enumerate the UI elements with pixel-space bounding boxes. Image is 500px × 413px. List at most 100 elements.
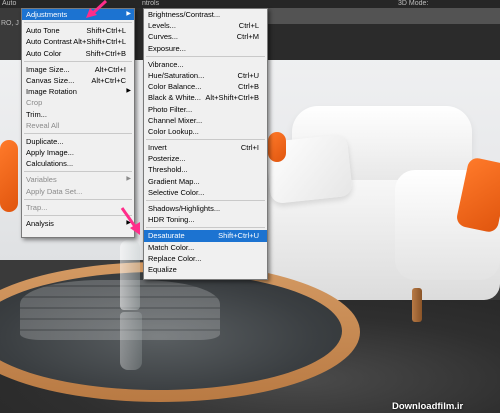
menu-item-apply-data-set[interactable]: Apply Data Set... <box>22 186 134 197</box>
menu-item-crop[interactable]: Crop <box>22 97 134 108</box>
menu-item-label: Trap... <box>26 202 48 212</box>
menu-item-shortcut: Ctrl+M <box>236 32 259 42</box>
menu-item-label: Photo Filter... <box>148 104 193 114</box>
menu-item-variables[interactable]: Variables ▶ <box>22 174 134 185</box>
menu-item-label: Duplicate... <box>26 136 64 146</box>
menu-item-auto-tone[interactable]: Auto Tone Shift+Ctrl+L <box>22 25 134 36</box>
menu-item-label: Canvas Size... <box>26 75 75 85</box>
menu-separator <box>24 132 132 134</box>
menu-item-label: Levels... <box>148 21 176 31</box>
menu-item-color-lookup[interactable]: Color Lookup... <box>144 126 267 137</box>
menu-item-label: Reveal All <box>26 120 60 130</box>
menu-item-shortcut: Alt+Shift+Ctrl+L <box>73 37 126 47</box>
menu-item-match-color[interactable]: Match Color... <box>144 242 267 253</box>
menu-item-posterize[interactable]: Posterize... <box>144 153 267 164</box>
menu-item-label: Shadows/Highlights... <box>148 204 221 213</box>
menu-item-label: Image Rotation <box>26 87 77 97</box>
submenu-arrow-icon: ▶ <box>126 11 131 17</box>
menu-separator <box>24 171 132 173</box>
menu-item-hue-saturation[interactable]: Hue/Saturation... Ctrl+U <box>144 70 267 81</box>
menu-item-gradient-map[interactable]: Gradient Map... <box>144 176 267 187</box>
menu-item-label: Color Balance... <box>148 82 202 92</box>
tab-label-right: 3D Mode: <box>398 0 429 7</box>
menu-item-hdr-toning[interactable]: HDR Toning... <box>144 214 267 225</box>
menu-item-label: Adjustments <box>26 10 68 19</box>
submenu-arrow-icon: ▶ <box>126 88 131 95</box>
menu-item-shortcut: Alt+Ctrl+I <box>94 64 126 74</box>
pointer-arrow-icon <box>86 0 108 18</box>
menu-item-label: Black & White... <box>148 93 201 103</box>
menu-separator <box>24 215 132 216</box>
menu-item-curves[interactable]: Curves... Ctrl+M <box>144 31 267 42</box>
menu-item-calculations[interactable]: Calculations... <box>22 158 134 169</box>
menu-item-shadows-highlights[interactable]: Shadows/Highlights... <box>144 203 267 214</box>
menu-item-label: Posterize... <box>148 154 186 164</box>
menu-item-levels[interactable]: Levels... Ctrl+L <box>144 20 267 31</box>
menu-item-label: Replace Color... <box>148 253 202 263</box>
menu-item-label: Hue/Saturation... <box>148 70 205 80</box>
menu-item-threshold[interactable]: Threshold... <box>144 164 267 175</box>
menu-item-replace-color[interactable]: Replace Color... <box>144 253 267 264</box>
menu-item-brightness-contrast[interactable]: Brightness/Contrast... <box>144 9 267 20</box>
adjustments-submenu: Brightness/Contrast... Levels... Ctrl+L Cur… <box>143 8 268 280</box>
menu-item-shortcut: Ctrl+I <box>240 143 259 153</box>
menu-item-photo-filter[interactable]: Photo Filter... <box>144 104 267 115</box>
tools-strip: RO, J <box>0 8 22 60</box>
menu-item-label: Curves... <box>148 32 179 42</box>
menu-item-label: Selective Color... <box>148 187 205 197</box>
top-options-bar: Auto ntrols 3D Mode: <box>0 0 500 8</box>
menu-item-channel-mixer[interactable]: Channel Mixer... <box>144 115 267 126</box>
menu-item-shortcut: Ctrl+B <box>237 82 259 92</box>
menu-item-desaturate[interactable]: Desaturate Shift+Ctrl+U <box>144 230 267 242</box>
menu-separator <box>24 60 132 62</box>
menu-item-label: Apply Image... <box>26 148 74 158</box>
menu-item-label: Gradient Map... <box>148 176 200 186</box>
vase-reflection <box>120 312 142 370</box>
document-tab-fragment[interactable]: RO, J <box>1 20 19 27</box>
menu-item-trim[interactable]: Trim... <box>22 109 134 120</box>
menu-item-adjustments[interactable]: Adjustments ▶ <box>22 9 134 21</box>
menu-item-label: Analysis <box>26 219 54 228</box>
pointer-arrow-icon <box>120 207 140 235</box>
menu-separator <box>24 198 132 200</box>
menu-item-duplicate[interactable]: Duplicate... <box>22 136 134 147</box>
menu-item-label: Auto Color <box>26 48 62 58</box>
menu-item-label: Vibrance... <box>148 59 184 69</box>
menu-separator <box>24 22 132 24</box>
menu-item-label: Auto Tone <box>26 26 60 36</box>
menu-item-reveal-all[interactable]: Reveal All <box>22 120 134 131</box>
menu-item-shortcut: Alt+Shift+Ctrl+B <box>205 93 259 103</box>
menu-item-canvas-size[interactable]: Canvas Size... Alt+Ctrl+C <box>22 75 134 86</box>
watermark: Downloadfilm.ir <box>392 401 464 412</box>
menu-item-label: Channel Mixer... <box>148 115 203 125</box>
menu-item-label: Trim... <box>26 109 47 119</box>
menu-item-exposure[interactable]: Exposure... <box>144 43 267 54</box>
menu-item-label: Invert <box>148 143 167 153</box>
menu-item-label: Desaturate <box>148 231 185 241</box>
menu-separator <box>146 55 265 57</box>
orange-pillow-left <box>0 140 18 212</box>
menu-item-image-rotation[interactable]: Image Rotation ▶ <box>22 86 134 97</box>
menu-item-black-white[interactable]: Black & White... Alt+Shift+Ctrl+B <box>144 92 267 103</box>
menu-item-shortcut: Shift+Ctrl+U <box>218 231 259 241</box>
menu-item-vibrance[interactable]: Vibrance... <box>144 59 267 70</box>
menu-item-label: Apply Data Set... <box>26 186 83 196</box>
menu-item-label: HDR Toning... <box>148 215 195 225</box>
menu-item-equalize[interactable]: Equalize <box>144 264 267 275</box>
menu-item-invert[interactable]: Invert Ctrl+I <box>144 142 267 153</box>
submenu-arrow-icon: ▶ <box>126 176 131 183</box>
glass-vase <box>120 240 140 310</box>
menu-item-shortcut: Ctrl+U <box>237 70 259 80</box>
menu-item-image-size[interactable]: Image Size... Alt+Ctrl+I <box>22 64 134 75</box>
menu-item-shortcut: Shift+Ctrl+B <box>85 48 126 58</box>
menu-item-shortcut: Shift+Ctrl+L <box>86 26 126 36</box>
image-menu: Adjustments ▶ Auto Tone Shift+Ctrl+L Auto Co… <box>21 8 135 238</box>
menu-item-selective-color[interactable]: Selective Color... <box>144 187 267 198</box>
menu-item-auto-color[interactable]: Auto Color Shift+Ctrl+B <box>22 48 134 59</box>
menu-item-auto-contrast[interactable]: Auto Contrast Alt+Shift+Ctrl+L <box>22 36 134 47</box>
menu-item-color-balance[interactable]: Color Balance... Ctrl+B <box>144 81 267 92</box>
menu-item-label: Equalize <box>148 264 177 274</box>
menu-item-shortcut: Alt+Ctrl+C <box>91 75 126 85</box>
menu-separator <box>146 227 265 229</box>
menu-item-apply-image[interactable]: Apply Image... <box>22 147 134 158</box>
